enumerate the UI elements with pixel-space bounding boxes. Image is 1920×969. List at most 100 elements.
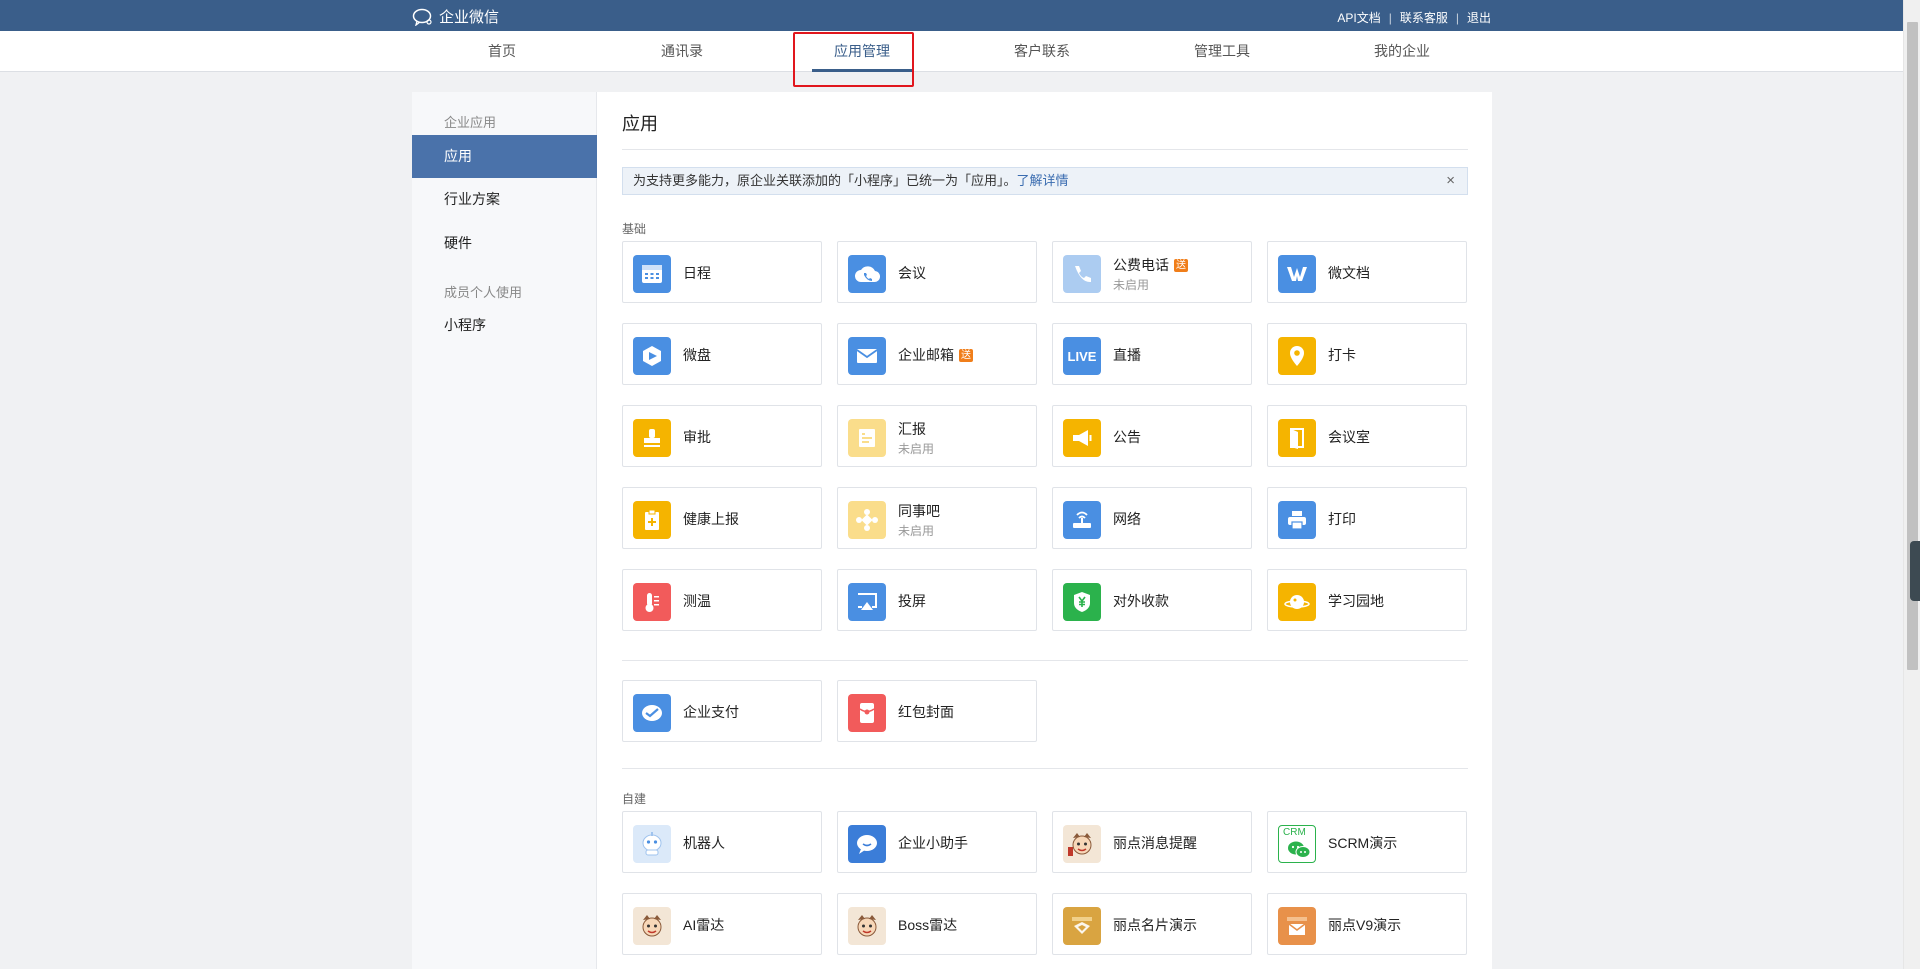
app-card-meeting[interactable]: 会议: [837, 241, 1037, 303]
app-card-red-packet-cover[interactable]: 红包封面: [837, 680, 1037, 742]
app-name: 红包封面: [898, 704, 954, 720]
page-title: 应用: [622, 114, 658, 134]
app-card-screen-cast[interactable]: 投屏: [837, 569, 1037, 631]
app-card-ai-radar[interactable]: AI雷达: [622, 893, 822, 955]
app-name: 丽点名片演示: [1113, 917, 1197, 933]
app-card-colleague-bar[interactable]: 同事吧 未启用: [837, 487, 1037, 549]
app-name: 审批: [683, 429, 711, 445]
app-name: 企业支付: [683, 704, 739, 720]
app-name: 企业小助手: [898, 835, 968, 851]
app-card-public-phone[interactable]: 公费电话送 未启用: [1052, 241, 1252, 303]
app-card-external-payment[interactable]: 对外收款: [1052, 569, 1252, 631]
app-card-enterprise-mail[interactable]: 企业邮箱送: [837, 323, 1037, 385]
tab-contacts[interactable]: 通讯录: [592, 31, 772, 72]
clipboard-plus-icon: [633, 501, 671, 539]
sidebar-item-mini-programs[interactable]: 小程序: [412, 304, 597, 347]
tab-customer-contact[interactable]: 客户联系: [952, 31, 1132, 72]
app-name: 企业邮箱送: [898, 347, 973, 363]
location-pin-icon: [1278, 337, 1316, 375]
learn-more-link[interactable]: 了解详情: [1017, 173, 1069, 188]
contact-support-link[interactable]: 联系客服: [1400, 9, 1448, 26]
app-name: 健康上报: [683, 511, 739, 527]
app-name: 会议: [898, 265, 926, 281]
app-card-meeting-room[interactable]: 会议室: [1267, 405, 1467, 467]
screencast-icon: [848, 583, 886, 621]
sidebar-group-personal-use: 成员个人使用: [444, 285, 523, 300]
close-icon[interactable]: ×: [1446, 168, 1455, 194]
live-icon: LIVE: [1063, 337, 1101, 375]
app-name: 直播: [1113, 347, 1141, 363]
phone-icon: [1063, 255, 1101, 293]
app-name: 会议室: [1328, 429, 1370, 445]
side-float-handle[interactable]: [1910, 541, 1920, 601]
app-card-weidisk[interactable]: 微盘: [622, 323, 822, 385]
app-card-report[interactable]: 汇报 未启用: [837, 405, 1037, 467]
divider: [622, 660, 1468, 661]
tab-management-tools[interactable]: 管理工具: [1132, 31, 1312, 72]
api-docs-link[interactable]: API文档: [1337, 9, 1380, 26]
app-name: 微文档: [1328, 265, 1370, 281]
calendar-icon: [633, 255, 671, 293]
payment-check-icon: [633, 694, 671, 732]
gift-badge: 送: [959, 349, 973, 362]
app-card-print[interactable]: 打印: [1267, 487, 1467, 549]
sidebar-item-hardware[interactable]: 硬件: [412, 222, 597, 265]
tab-app-management[interactable]: 应用管理: [772, 31, 952, 72]
crm-icon-text: CRM: [1283, 827, 1306, 838]
app-card-learning-garden[interactable]: 学习园地: [1267, 569, 1467, 631]
wedoc-w-icon: [1278, 255, 1316, 293]
top-bar: 企业微信 API文档 | 联系客服 | 退出: [0, 0, 1903, 31]
notice-banner: 为支持更多能力，原企业关联添加的「小程序」已统一为「应用」。了解详情 ×: [622, 167, 1468, 195]
app-card-wedoc[interactable]: 微文档: [1267, 241, 1467, 303]
app-card-lidian-v9-demo[interactable]: 丽点V9演示: [1267, 893, 1467, 955]
app-card-health-report[interactable]: 健康上报: [622, 487, 822, 549]
cartoon-mascot-icon: [1063, 825, 1101, 863]
cloud-phone-icon: [848, 255, 886, 293]
app-name: 学习园地: [1328, 593, 1384, 609]
weidisk-icon: [633, 337, 671, 375]
app-card-network[interactable]: 网络: [1052, 487, 1252, 549]
app-card-checkin[interactable]: 打卡: [1267, 323, 1467, 385]
app-name: 打印: [1328, 511, 1356, 527]
tab-home[interactable]: 首页: [412, 31, 592, 72]
community-icon: [848, 501, 886, 539]
sidebar-group-enterprise-apps: 企业应用: [444, 115, 497, 130]
app-card-temperature[interactable]: 测温: [622, 569, 822, 631]
tab-my-enterprise[interactable]: 我的企业: [1312, 31, 1492, 72]
app-card-boss-radar[interactable]: Boss雷达: [837, 893, 1037, 955]
app-name: 丽点V9演示: [1328, 917, 1402, 933]
app-name: AI雷达: [683, 917, 725, 933]
logout-link[interactable]: 退出: [1467, 9, 1491, 26]
planet-icon: [1278, 583, 1316, 621]
page-scrollbar[interactable]: [1903, 0, 1920, 969]
app-name: 公告: [1113, 429, 1141, 445]
report-icon: [848, 419, 886, 457]
notice-text: 为支持更多能力，原企业关联添加的「小程序」已统一为「应用」。: [633, 173, 1017, 188]
main-panel: 企业应用 应用 行业方案 硬件 成员个人使用 小程序 应用 为支持更多能力，原企…: [412, 92, 1492, 969]
app-card-robot[interactable]: 机器人: [622, 811, 822, 873]
app-card-announcement[interactable]: 公告: [1052, 405, 1252, 467]
app-name: 日程: [683, 265, 711, 281]
app-card-approval[interactable]: 审批: [622, 405, 822, 467]
sidebar-item-apps[interactable]: 应用: [412, 135, 597, 178]
app-card-lidian-card-demo[interactable]: 丽点名片演示: [1052, 893, 1252, 955]
sidebar-item-industry-solutions[interactable]: 行业方案: [412, 178, 597, 221]
yuan-shield-icon: [1063, 583, 1101, 621]
app-card-enterprise-assistant[interactable]: 企业小助手: [837, 811, 1037, 873]
app-card-enterprise-payment[interactable]: 企业支付: [622, 680, 822, 742]
robot-icon: [633, 825, 671, 863]
app-card-scrm-demo[interactable]: CRM SCRM演示: [1267, 811, 1467, 873]
app-card-live[interactable]: LIVE 直播: [1052, 323, 1252, 385]
app-name: 同事吧: [898, 503, 940, 519]
mail-card-icon: [1278, 907, 1316, 945]
red-packet-icon: [848, 694, 886, 732]
cartoon-mascot-icon: [633, 907, 671, 945]
app-name: 测温: [683, 593, 711, 609]
sidebar: 企业应用 应用 行业方案 硬件 成员个人使用 小程序: [412, 92, 597, 969]
app-name: 丽点消息提醒: [1113, 835, 1197, 851]
wecom-logo[interactable]: 企业微信: [412, 6, 499, 27]
printer-icon: [1278, 501, 1316, 539]
app-card-schedule[interactable]: 日程: [622, 241, 822, 303]
app-name: 网络: [1113, 511, 1141, 527]
app-card-lidian-message[interactable]: 丽点消息提醒: [1052, 811, 1252, 873]
